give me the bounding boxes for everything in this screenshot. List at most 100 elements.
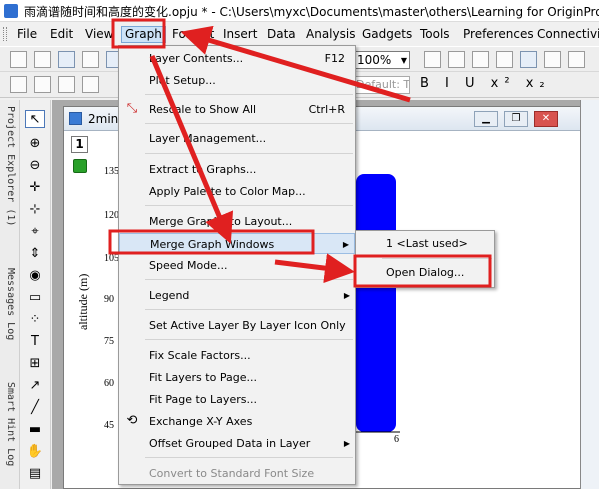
y-tick-label: 75 (104, 336, 114, 347)
zoom-in-icon[interactable]: ⊕ (25, 134, 45, 152)
menu-graph[interactable]: Graph (121, 26, 166, 43)
submenu-item-open-dialog[interactable]: Open Dialog... (356, 262, 494, 284)
y-axis-label: altitude (m) (76, 273, 90, 330)
layer-tool-icon[interactable]: ⊞ (25, 354, 45, 372)
project-explorer-tab[interactable]: Project Explorer (1) (0, 106, 20, 226)
menu-separator (145, 279, 353, 280)
rescale-icon[interactable] (544, 51, 561, 68)
graph-window-title: 2min (88, 112, 119, 126)
new-graph-icon[interactable] (82, 51, 99, 68)
y-tick-label: 90 (104, 294, 114, 305)
menu-item-legend[interactable]: Legend ▶ (119, 285, 355, 306)
copy-page-icon[interactable] (448, 51, 465, 68)
menu-item-apply-palette[interactable]: Apply Palette to Color Map... (119, 181, 355, 202)
format-icon-3[interactable] (58, 76, 75, 93)
menu-separator (145, 94, 353, 95)
submenu-arrow-icon: ▶ (342, 240, 349, 249)
submenu-arrow-icon: ▶ (343, 439, 350, 448)
y-tick-label: 105 (104, 253, 119, 264)
move-icon[interactable]: ⊹ (25, 200, 45, 218)
menu-item-plot-setup[interactable]: Plot Setup... (119, 70, 355, 91)
menu-item-layer-management[interactable]: Layer Management... (119, 128, 355, 149)
graph-window-icon (69, 112, 82, 125)
layer-icon[interactable] (568, 51, 585, 68)
menu-format[interactable]: Format (169, 26, 217, 43)
menu-separator (145, 339, 353, 340)
menu-separator (145, 309, 353, 310)
print-icon[interactable] (424, 51, 441, 68)
format-icon-1[interactable] (10, 76, 27, 93)
submenu-arrow-icon: ▶ (343, 291, 350, 300)
arrow-tool-icon[interactable]: ↗ (25, 376, 45, 394)
menu-item-merge-graph-windows[interactable]: Merge Graph Windows ▶ (119, 233, 355, 254)
graph-tool-icon[interactable]: ▤ (25, 464, 45, 482)
menu-item-fit-page-to-layers[interactable]: Fit Page to Layers... (119, 389, 355, 410)
menu-view[interactable]: View (82, 26, 116, 43)
layer-1-button[interactable]: 1 (71, 136, 88, 153)
zoom-select[interactable]: 100% ▼ (352, 51, 410, 69)
menu-item-layer-contents[interactable]: Layer Contents... F12 (119, 48, 355, 69)
mask-icon[interactable]: ◉ (25, 266, 45, 284)
menu-item-convert-font-size: Convert to Standard Font Size (149, 467, 315, 480)
menu-tools[interactable]: Tools (417, 26, 453, 43)
second-window-edge[interactable] (580, 100, 599, 489)
scale-icon[interactable]: ✛ (25, 178, 45, 196)
data-bar[interactable] (356, 174, 396, 432)
menu-item-merge-graphs[interactable]: Merge Graphs to Layout... (119, 211, 355, 232)
minimize-button[interactable]: ▁ (474, 111, 498, 127)
menu-item-speed-mode[interactable]: Speed Mode... (119, 255, 355, 276)
export-icon[interactable] (472, 51, 489, 68)
draw-data-icon[interactable]: ⁘ (25, 310, 45, 328)
pointer-icon[interactable]: ↖ (25, 110, 45, 128)
menu-insert[interactable]: Insert (220, 26, 260, 43)
zoom-out-icon[interactable]: ⊖ (25, 156, 45, 174)
region-icon[interactable]: ▭ (25, 288, 45, 306)
lock-icon[interactable] (73, 159, 87, 173)
format-icon-2[interactable] (34, 76, 51, 93)
menu-preferences[interactable]: Preferences (460, 26, 537, 43)
menu-separator (145, 153, 353, 154)
menu-file[interactable]: File (14, 26, 40, 43)
font-select[interactable]: Default: Tim (352, 76, 410, 94)
refresh-icon[interactable] (496, 51, 513, 68)
restore-button[interactable]: ❐ (504, 111, 528, 127)
submenu-item-last-used[interactable]: 1 <Last used> (356, 233, 494, 255)
origin-app: 雨滴谱随时间和高度的变化.opju * - C:\Users\myxc\Docu… (0, 0, 599, 489)
menu-edit[interactable]: Edit (47, 26, 76, 43)
menubar-grip (3, 27, 7, 41)
duplicate-icon[interactable] (520, 51, 537, 68)
menu-data[interactable]: Data (264, 26, 299, 43)
menu-item-extract-to-graphs[interactable]: Extract to Graphs... (119, 159, 355, 180)
side-dock-panel: Project Explorer (1) Messages Log Smart … (0, 100, 20, 489)
zoom-value: 100% (357, 53, 392, 67)
text-tool-icon[interactable]: T (25, 332, 45, 350)
text-format-glyphs[interactable]: B I U x² x₂ (420, 76, 551, 91)
data-reader-icon[interactable]: ⌖ (25, 222, 45, 240)
menu-item-fix-scale-factors[interactable]: Fix Scale Factors... (119, 345, 355, 366)
window-title: 雨滴谱随时间和高度的变化.opju * - C:\Users\myxc\Docu… (24, 5, 599, 19)
rectangle-tool-icon[interactable]: ▬ (25, 420, 45, 438)
menu-item-fit-layers-to-page[interactable]: Fit Layers to Page... (119, 367, 355, 388)
y-tick-label: 120 (104, 210, 119, 221)
menu-analysis[interactable]: Analysis (303, 26, 358, 43)
menu-item-exchange-xy-axes[interactable]: ⟲ Exchange X-Y Axes (119, 411, 355, 432)
menu-connectivity[interactable]: Connectivity (534, 26, 599, 43)
new-workbook-icon[interactable] (58, 51, 75, 68)
graph-dropdown-menu: Layer Contents... F12 Plot Setup... ⤡ Resc… (118, 45, 356, 485)
format-icon-4[interactable] (82, 76, 99, 93)
menu-item-rescale[interactable]: ⤡ Rescale to Show All Ctrl+R (119, 99, 355, 120)
menu-item-offset-grouped-data[interactable]: Offset Grouped Data in Layer ▶ (119, 433, 355, 454)
merge-graph-windows-submenu: 1 <Last used> Open Dialog... (355, 230, 495, 288)
scroll-icon[interactable]: ⇕ (25, 244, 45, 262)
new-project-icon[interactable] (10, 51, 27, 68)
line-tool-icon[interactable]: ╱ (25, 398, 45, 416)
messages-log-tab[interactable]: Messages Log (0, 268, 20, 340)
smart-hint-log-tab[interactable]: Smart Hint Log (0, 382, 20, 466)
menu-gadgets[interactable]: Gadgets (359, 26, 415, 43)
menu-item-set-active-layer[interactable]: Set Active Layer By Layer Icon Only (119, 315, 355, 336)
new-folder-icon[interactable] (34, 51, 51, 68)
menu-separator (382, 258, 492, 259)
hand-tool-icon[interactable]: ✋ (25, 442, 45, 460)
close-button[interactable]: ✕ (534, 111, 558, 127)
title-bar: 雨滴谱随时间和高度的变化.opju * - C:\Users\myxc\Docu… (0, 0, 599, 22)
